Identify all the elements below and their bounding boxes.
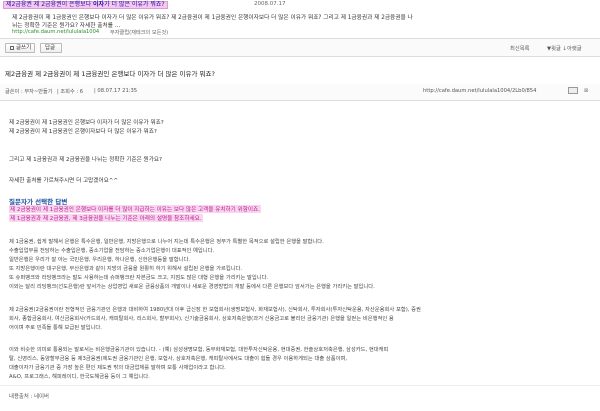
answer-line: 어이며 주로 민족들 통해 보급된 말입니다.: [9, 325, 102, 331]
answer-line: 수출입업무를 전담하는 수출입은행, 중소기업을 전담하는 중소기업은행이 대표…: [9, 248, 215, 254]
result-source-cafe[interactable]: 부자클럽(재테크의 모든것): [110, 29, 168, 36]
answer-line: 또 슈퍼뱅크와 라딩뱅크라는 말도 사용하는데 슈퍼뱅크란 자본금도 크고, 지…: [9, 275, 269, 281]
result-snippet-line2: 뉘는 정확한 기준은 뭔가요? 자세한 출처를 ...: [12, 23, 121, 29]
close-icon[interactable]: ⊠: [584, 88, 588, 94]
answer-line: 제 2금융권(2금융권이란 전형적인 금융기관인 은행과 대비하여 1980년대…: [9, 307, 421, 313]
reply-button[interactable]: 답글: [40, 43, 62, 53]
prev-next-links[interactable]: ▼윗글 ↓아랫글: [547, 44, 582, 52]
post-author[interactable]: 글쓴이 : 부자~만들기: [5, 88, 53, 95]
search-result-title[interactable]: 제2금융권 제 2금융권이 은행보다 이자가 더 많은 이유가 뭐죠?: [3, 1, 168, 9]
question-line: 자세한 출처를 가르쳐주시면 더 고맙겠어요^^: [9, 178, 119, 184]
answer-highlight-line: 제 2금융권이 제 1금융권인 은행보다 이자를 더 많이 지급하는 이유는 보…: [9, 205, 261, 213]
answer-line: 탈, 신영리스, 동양할부금융 등 제3금융권(제도권 금융기관인 은행, 보험…: [9, 356, 348, 362]
answer-line: 회사, 종합금융회사, 여신금융회사(카드회사, 캐피탈회사, 리스회사, 할부…: [9, 316, 394, 322]
answer-line: 제 1금융권, 쉽게 말해서 은행은 특수은행, 일반은행, 지방은행으로 나누…: [9, 239, 324, 245]
post-permalink[interactable]: http://cafe.daum.net/lululala1004/2Lb0/8…: [423, 88, 536, 94]
question-line: 제 2금융권이 제 1금융권인 은행이자보다 더 많은 이유가 뭐죠?: [9, 129, 157, 135]
answer-line: 일반은행은 우리가 잘 아는 국민은행, 우리은행, 하나은행, 신한은행등을 …: [9, 257, 191, 263]
scrap-icon[interactable]: [568, 87, 578, 94]
title-highlight: 이자: [93, 1, 105, 8]
write-button[interactable]: 글쓰기: [5, 43, 35, 53]
post-date: | 08.07.17 21:35: [94, 88, 138, 94]
latest-list-link[interactable]: 최신목록: [510, 44, 530, 52]
answer-highlight-line: 제 1금융권과 제 2금융권, 제 3금융권을 나누는 기준은 아래의 설명을 …: [9, 214, 203, 222]
answer-line: 대출이자가 금융기관 중 가장 높은 편인 제도권 밖의 대금업체를 말하며 보…: [9, 365, 226, 371]
title-pre: 제2금융권 제 2금융권이 은행보다: [6, 1, 94, 8]
answer-line: 또 지방은행이란 대구은행, 부산은행과 같이 지방의 금융을 원활히 하기 위…: [9, 266, 243, 272]
title-post: 가 더 많은 이유가 뭐죠?: [104, 1, 165, 8]
question-line: 그리고 제 1금융권과 제 2금융권을 나뉘는 정확한 기준은 뭔가요?: [9, 157, 162, 163]
post-title: 제2금융권 제 2금융권이 제 1금융권인 은행보다 이자가 더 많은 이유가 …: [5, 70, 215, 78]
answer-line: 이와는 달리 리딩뱅크(선도은행)란 앞서가는 상업영업 새로운 금융상품의 개…: [9, 284, 375, 290]
answer-line: 이와 비슷한 의미로 통용되는 말로서는 비은행금융기관이 있습니다. - (예…: [9, 347, 389, 353]
question-line: 제 2금융권이 제 1금융권인 은행보다 이자가 더 많은 이유가 뭐죠?: [9, 120, 164, 126]
post-view-count: | 조회수 : 6: [57, 89, 84, 95]
divider: [0, 385, 600, 386]
pencil-icon: [10, 45, 14, 50]
answer-line: A&O, 프로그래스, 해피레이디, 한국도해금융 등이 그 예입니다.: [9, 374, 150, 380]
result-url-link[interactable]: http://cafe.daum.net/lululala1004: [12, 29, 99, 35]
answer-source: 내용출처 : 네이버: [9, 394, 49, 400]
result-date: 2008.07.17: [254, 1, 286, 7]
